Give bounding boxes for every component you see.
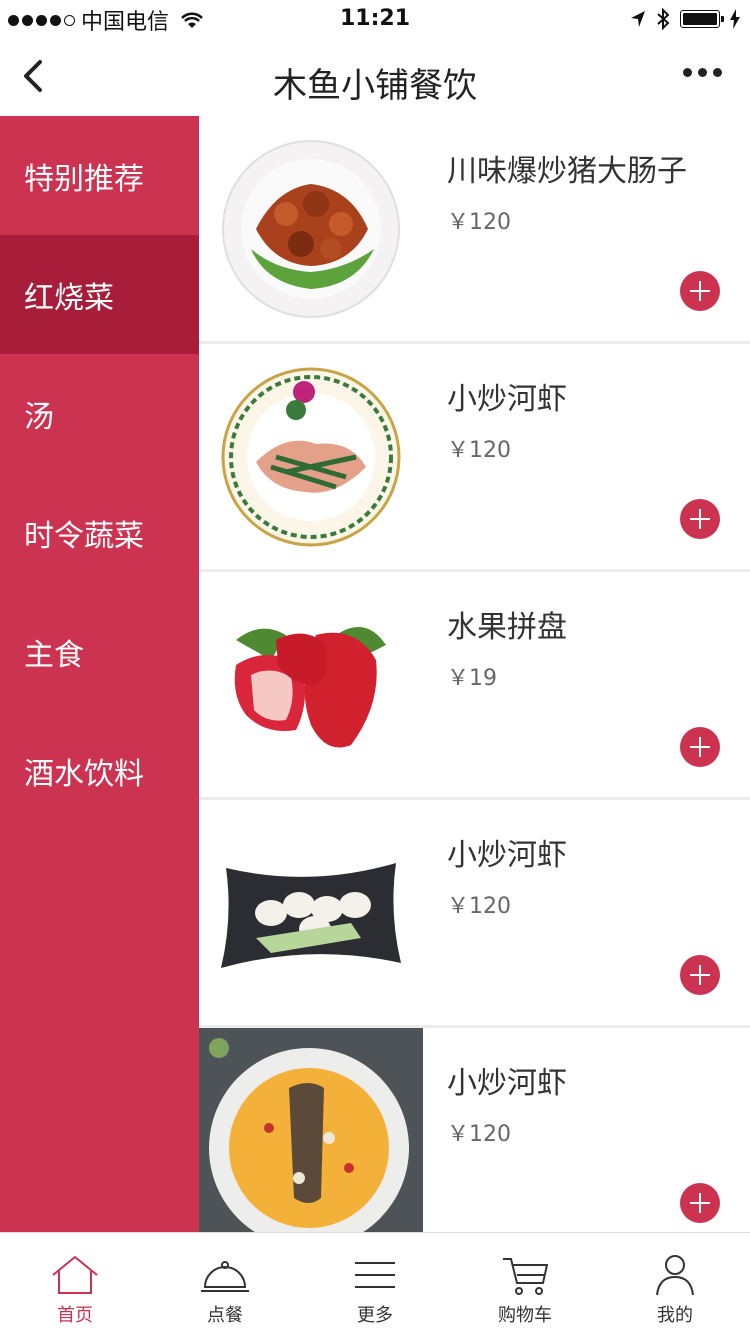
dish-name: 小炒河虾 [447,382,567,417]
tab-more[interactable]: 更多 [300,1233,450,1334]
sidebar-item-recommended[interactable]: 特别推荐 [0,116,199,235]
add-to-cart-button[interactable] [680,1183,720,1223]
tab-label: 更多 [357,1305,393,1326]
status-bar: 中国电信 11:21 [0,0,750,40]
dish-item[interactable]: 川味爆炒猪大肠子 ￥120 [199,116,750,344]
tab-label: 首页 [57,1305,93,1326]
dish-name: 川味爆炒猪大肠子 [447,154,687,189]
add-to-cart-button[interactable] [680,271,720,311]
dish-price: ￥120 [447,894,511,919]
dish-item[interactable]: 水果拼盘 ￥19 [199,572,750,800]
dish-list: 川味爆炒猪大肠子 ￥120 小炒河虾 ￥120 水果拼盘 ￥19 小炒河虾 ￥1… [199,116,750,1232]
dish-item[interactable]: 小炒河虾 ￥120 [199,800,750,1028]
dish-price: ￥120 [447,438,511,463]
dish-image [199,572,423,797]
add-to-cart-button[interactable] [680,499,720,539]
menu-icon [355,1262,395,1288]
tab-home[interactable]: 首页 [0,1233,150,1334]
user-icon [656,1255,694,1296]
location-arrow-icon [631,11,645,27]
charging-icon [730,9,740,29]
dish-image [199,344,423,569]
battery-icon [680,10,724,28]
dish-name: 水果拼盘 [447,610,567,645]
sidebar-item-staple[interactable]: 主食 [0,592,199,711]
more-icon[interactable] [683,68,722,77]
dish-name: 小炒河虾 [447,1066,567,1101]
dish-image [199,800,423,1025]
status-right [630,8,740,30]
add-to-cart-button[interactable] [680,955,720,995]
dish-item[interactable]: 小炒河虾 ￥120 [199,1028,750,1232]
tab-profile[interactable]: 我的 [600,1233,750,1334]
tab-cart[interactable]: 购物车 [450,1233,600,1334]
sidebar-item-soup[interactable]: 汤 [0,354,199,473]
dish-price: ￥19 [447,666,497,691]
tab-order[interactable]: 点餐 [150,1233,300,1334]
bluetooth-icon [657,8,670,30]
add-to-cart-button[interactable] [680,727,720,767]
tab-label: 点餐 [207,1305,243,1326]
dish-cover-icon [201,1261,249,1292]
tab-label: 我的 [657,1305,693,1326]
cart-icon [503,1258,549,1295]
dish-image [199,1028,423,1232]
dish-name: 小炒河虾 [447,838,567,873]
dish-price: ￥120 [447,1122,511,1147]
home-icon [52,1255,98,1294]
dish-price: ￥120 [447,210,511,235]
dish-item[interactable]: 小炒河虾 ￥120 [199,344,750,572]
category-sidebar: 特别推荐 红烧菜 汤 时令蔬菜 主食 酒水饮料 [0,116,199,1232]
sidebar-item-braised[interactable]: 红烧菜 [0,235,199,354]
dish-image [199,116,423,341]
sidebar-item-drinks[interactable]: 酒水饮料 [0,711,199,830]
tab-bar: 首页 点餐 更多 购物车 我的 [0,1232,750,1334]
nav-bar: 木鱼小铺餐饮 [0,40,750,116]
sidebar-item-vegetables[interactable]: 时令蔬菜 [0,473,199,592]
tab-label: 购物车 [498,1305,552,1326]
page-title: 木鱼小铺餐饮 [273,66,477,106]
